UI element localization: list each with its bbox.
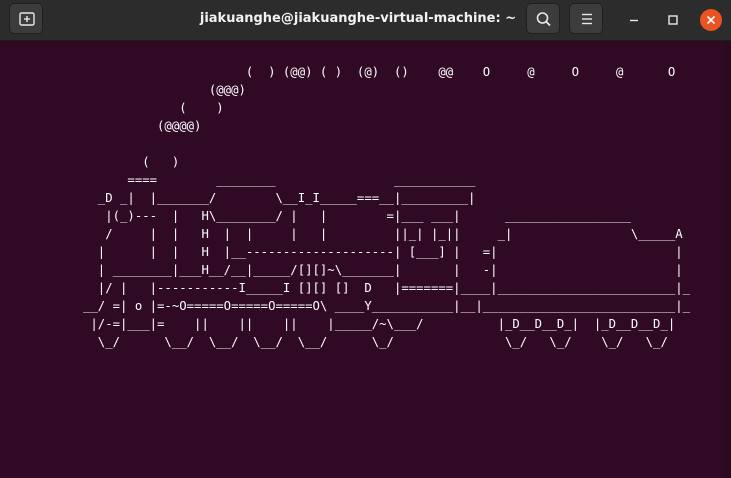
minimize-icon [630,19,638,22]
search-button[interactable] [526,3,560,34]
close-icon [706,15,716,25]
terminal-output[interactable]: ( ) (@@) ( ) (@) () @@ O @ O @ O (@@@) (… [0,41,731,478]
new-tab-icon [19,12,35,26]
terminal-window: jiakuanghe@jiakuanghe-virtual-machine: ~ [0,0,731,478]
sl-train-ascii-art: ( ) (@@) ( ) (@) () @@ O @ O @ O (@@@) (… [83,65,691,349]
new-tab-button[interactable] [9,3,43,34]
title-bar: jiakuanghe@jiakuanghe-virtual-machine: ~ [0,0,731,41]
window-title: jiakuanghe@jiakuanghe-virtual-machine: ~ [199,11,517,26]
search-icon [536,12,551,27]
hamburger-menu-icon [582,13,592,25]
maximize-button[interactable] [662,9,684,31]
close-button[interactable] [700,9,722,31]
minimize-button[interactable] [623,9,645,31]
menu-button[interactable] [569,3,603,34]
maximize-icon [668,15,678,25]
scrollbar[interactable] [725,41,731,478]
